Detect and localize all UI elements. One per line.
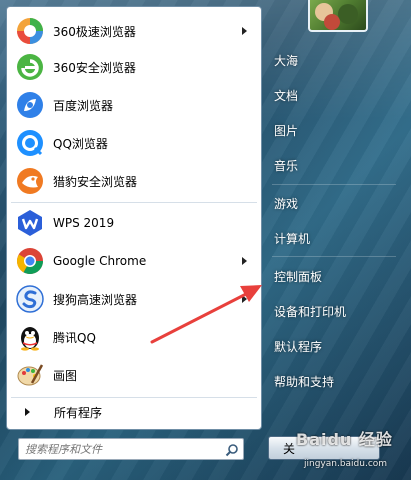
- right-item-label: 默认程序: [274, 339, 323, 354]
- program-item-qq-browser[interactable]: QQ浏览器: [11, 125, 257, 161]
- user-avatar[interactable]: [308, 0, 368, 32]
- wps-icon: [15, 208, 45, 238]
- right-item-computer[interactable]: 计算机: [268, 224, 398, 252]
- shutdown-label: 关: [283, 441, 296, 456]
- cheetah-browser-icon: [15, 166, 45, 196]
- expand-arrow-icon: [25, 408, 30, 416]
- program-item-wps[interactable]: WPS 2019: [11, 205, 257, 241]
- program-label: QQ浏览器: [53, 136, 108, 151]
- program-item-cheetah-browser[interactable]: 猎豹安全浏览器: [11, 163, 257, 199]
- right-item-documents[interactable]: 文档: [268, 81, 398, 109]
- program-label: 360安全浏览器: [53, 60, 136, 75]
- right-item-label: 音乐: [274, 158, 299, 173]
- submenu-arrow-icon: [242, 257, 247, 265]
- qq-penguin-icon: [15, 322, 45, 352]
- right-item-label: 游戏: [274, 196, 299, 211]
- paint-icon: [15, 360, 45, 390]
- program-label: 360极速浏览器: [53, 24, 136, 39]
- program-item-360-extreme[interactable]: 360极速浏览器: [11, 13, 257, 49]
- search-icon[interactable]: [225, 442, 239, 457]
- right-item-music[interactable]: 音乐: [268, 151, 398, 179]
- program-item-tencent-qq[interactable]: 腾讯QQ: [11, 319, 257, 355]
- baidu-watermark: Baidu 经验: [296, 430, 393, 449]
- right-item-pictures[interactable]: 图片: [268, 116, 398, 144]
- start-menu-programs-panel: 360极速浏览器 360安全浏览器 百度浏览器 QQ浏览器 猎豹安全浏览器 WP…: [6, 6, 262, 430]
- program-label: 百度浏览器: [53, 98, 114, 113]
- all-programs-button[interactable]: 所有程序: [11, 399, 257, 425]
- right-item-devices-printers[interactable]: 设备和打印机: [268, 297, 398, 325]
- right-item-label: 大海: [274, 53, 299, 68]
- all-programs-label: 所有程序: [54, 405, 103, 420]
- right-item-label: 计算机: [274, 231, 311, 246]
- search-input[interactable]: [25, 441, 215, 457]
- right-item-label: 文档: [274, 88, 299, 103]
- program-label: WPS 2019: [53, 216, 115, 230]
- right-item-games[interactable]: 游戏: [268, 189, 398, 217]
- program-item-360-safe[interactable]: 360安全浏览器: [11, 49, 257, 85]
- right-item-control-panel[interactable]: 控制面板: [268, 262, 398, 290]
- program-label: 猎豹安全浏览器: [53, 174, 138, 189]
- program-label: Google Chrome: [53, 254, 147, 268]
- right-item-label: 帮助和支持: [274, 374, 335, 389]
- program-item-sogou-browser[interactable]: 搜狗高速浏览器: [11, 281, 257, 317]
- menu-separator: [11, 202, 257, 203]
- menu-separator: [272, 256, 396, 257]
- 360-extreme-browser-icon: [15, 16, 45, 46]
- menu-separator: [11, 397, 257, 398]
- right-item-default-programs[interactable]: 默认程序: [268, 332, 398, 360]
- right-item-label: 图片: [274, 123, 299, 138]
- menu-separator: [272, 184, 396, 185]
- program-item-baidu-browser[interactable]: 百度浏览器: [11, 87, 257, 123]
- start-search-box[interactable]: [18, 438, 244, 460]
- program-label: 腾讯QQ: [53, 330, 96, 345]
- submenu-arrow-icon: [242, 27, 247, 35]
- sogou-browser-icon: [15, 284, 45, 314]
- baidu-browser-icon: [15, 90, 45, 120]
- submenu-arrow-icon: [242, 295, 247, 303]
- watermark-url: jingyan.baidu.com: [304, 459, 388, 469]
- 360-safe-browser-icon: [15, 52, 45, 82]
- program-label: 画图: [53, 368, 78, 383]
- right-item-user-folder[interactable]: 大海: [268, 46, 398, 74]
- program-item-google-chrome[interactable]: Google Chrome: [11, 243, 257, 279]
- right-item-help-support[interactable]: 帮助和支持: [268, 367, 398, 395]
- chrome-icon: [15, 246, 45, 276]
- qq-browser-icon: [15, 128, 45, 158]
- right-item-label: 控制面板: [274, 269, 323, 284]
- program-item-paint[interactable]: 画图: [11, 357, 257, 393]
- right-item-label: 设备和打印机: [274, 304, 347, 319]
- program-label: 搜狗高速浏览器: [53, 292, 138, 307]
